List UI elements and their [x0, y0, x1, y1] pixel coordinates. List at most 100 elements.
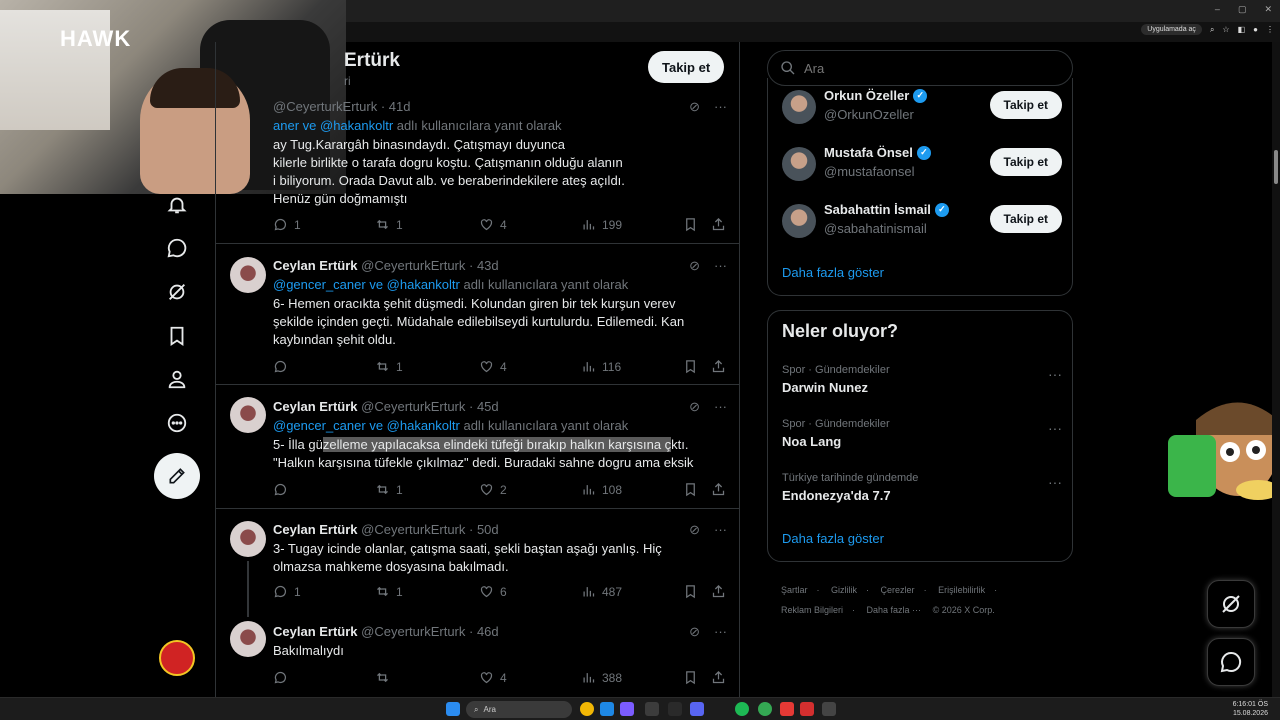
- views-button[interactable]: 388: [581, 670, 622, 685]
- extensions-icon[interactable]: ◧: [1238, 25, 1246, 34]
- scrollbar-thumb[interactable]: [1274, 150, 1278, 184]
- views-button[interactable]: 487: [581, 584, 622, 599]
- tweet[interactable]: Ceylan Ertürk @CeyerturkErturk · 46d ⊘ ·…: [216, 613, 739, 697]
- more-options-icon[interactable]: ···: [714, 399, 727, 415]
- views-button[interactable]: 199: [581, 217, 622, 232]
- reply-button[interactable]: [273, 359, 294, 374]
- footer-link-terms[interactable]: Şartlar: [781, 585, 808, 595]
- footer-link-accessibility[interactable]: Erişilebilirlik: [938, 585, 985, 595]
- follow-button[interactable]: Takip et: [989, 205, 1062, 233]
- like-button[interactable]: 6: [479, 584, 507, 599]
- tweet-age[interactable]: 50d: [477, 522, 499, 537]
- trend-item[interactable]: Spor · Gündemdekiler Darwin Nunez ···: [782, 364, 1062, 400]
- explorer-icon[interactable]: [600, 702, 614, 716]
- nav-messages[interactable]: [160, 231, 194, 265]
- app-icon[interactable]: [800, 702, 814, 716]
- trend-item[interactable]: Spor · Gündemdekiler Noa Lang ···: [782, 418, 1062, 454]
- mention-link[interactable]: @hakankoltr: [387, 277, 460, 292]
- zoom-icon[interactable]: ⌕: [1210, 25, 1214, 35]
- like-button[interactable]: 4: [479, 359, 507, 374]
- who-to-follow-item[interactable]: Mustafa Önsel ✓ @mustafaonsel Takip et: [782, 145, 1062, 185]
- account-avatar[interactable]: [159, 640, 195, 676]
- show-more-link[interactable]: Daha fazla göster: [782, 265, 884, 280]
- more-options-icon[interactable]: ···: [1048, 474, 1062, 490]
- bookmark-button[interactable]: [683, 584, 698, 599]
- footer-link-more[interactable]: Daha fazla ···: [867, 605, 922, 615]
- tweet-handle[interactable]: @CeyerturkErturk: [361, 258, 465, 273]
- user-name[interactable]: Orkun Özeller ✓: [824, 88, 928, 103]
- user-avatar[interactable]: [782, 204, 816, 238]
- more-options-icon[interactable]: ···: [714, 624, 727, 640]
- browser-address-bar[interactable]: [346, 22, 1280, 42]
- tweet-avatar[interactable]: [230, 621, 266, 657]
- bookmark-button[interactable]: [683, 359, 698, 374]
- tweet[interactable]: Ceylan Ertürk @CeyerturkErturk · 50d ⊘ ·…: [216, 509, 739, 617]
- more-options-icon[interactable]: ···: [714, 258, 727, 274]
- messages-float-button[interactable]: [1207, 638, 1255, 686]
- like-button[interactable]: 2: [479, 482, 507, 497]
- discord-icon[interactable]: [690, 702, 704, 716]
- bookmark-button[interactable]: [683, 482, 698, 497]
- mention-link[interactable]: @gencer_caner: [273, 418, 366, 433]
- who-to-follow-item[interactable]: Sabahattin İsmail ✓ @sabahatinismail Taki…: [782, 202, 1062, 242]
- share-button[interactable]: [711, 217, 726, 232]
- tweet-handle[interactable]: @CeyerturkErturk: [361, 522, 465, 537]
- maximize-button[interactable]: ▢: [1238, 4, 1247, 15]
- reply-button[interactable]: [273, 670, 294, 685]
- footer-link-cookies[interactable]: Çerezler: [881, 585, 915, 595]
- reply-button[interactable]: 1: [273, 584, 301, 599]
- user-name[interactable]: Sabahattin İsmail ✓: [824, 202, 949, 217]
- grok-icon[interactable]: ⊘: [689, 522, 700, 538]
- user-handle[interactable]: @sabahatinismail: [824, 221, 927, 236]
- close-button[interactable]: ✕: [1264, 4, 1272, 15]
- share-button[interactable]: [711, 584, 726, 599]
- more-options-icon[interactable]: ···: [714, 522, 727, 538]
- views-button[interactable]: 108: [581, 482, 622, 497]
- tweet-author-name[interactable]: Ceylan Ertürk: [273, 399, 358, 414]
- repost-button[interactable]: 1: [375, 359, 403, 374]
- nav-notifications[interactable]: [160, 188, 194, 222]
- reply-button[interactable]: 1: [273, 217, 301, 232]
- more-options-icon[interactable]: ···: [714, 99, 727, 115]
- show-more-link[interactable]: Daha fazla göster: [782, 531, 884, 546]
- footer-link-ads-info[interactable]: Reklam Bilgileri: [781, 605, 843, 615]
- tweet-avatar[interactable]: [230, 257, 266, 293]
- scrollbar-track[interactable]: [1272, 42, 1280, 697]
- follow-button[interactable]: Takip et: [648, 51, 725, 83]
- user-name[interactable]: Mustafa Önsel ✓: [824, 145, 931, 160]
- share-button[interactable]: [711, 359, 726, 374]
- trend-item[interactable]: Türkiye tarihinde gündemde Endonezya'da …: [782, 472, 1062, 508]
- who-to-follow-item[interactable]: Orkun Özeller ✓ @OrkunOzeller Takip et: [782, 88, 1062, 128]
- mention-link[interactable]: @hakankoltr: [320, 118, 393, 133]
- mention-link[interactable]: aner: [273, 118, 299, 133]
- grok-icon[interactable]: ⊘: [689, 399, 700, 415]
- taskbar-clock[interactable]: 6:16:01 ÖS 15.08.2026: [1233, 700, 1268, 718]
- tweet-handle[interactable]: @CeyerturkErturk: [361, 624, 465, 639]
- profile-icon[interactable]: ●: [1253, 25, 1258, 34]
- tweet[interactable]: Ceylan Ertürk @CeyerturkErturk · 45d ⊘ ·…: [216, 385, 739, 509]
- bookmark-star-icon[interactable]: ☆: [1222, 25, 1229, 34]
- user-avatar[interactable]: [782, 147, 816, 181]
- repost-button[interactable]: 1: [375, 584, 403, 599]
- like-button[interactable]: 4: [479, 217, 507, 232]
- grok-icon[interactable]: ⊘: [689, 258, 700, 274]
- bookmark-button[interactable]: [683, 670, 698, 685]
- nav-grok[interactable]: [160, 275, 194, 309]
- tweet-age[interactable]: 46d: [477, 624, 499, 639]
- share-button[interactable]: [711, 482, 726, 497]
- bookmark-button[interactable]: [683, 217, 698, 232]
- like-button[interactable]: 4: [479, 670, 507, 685]
- taskbar-search[interactable]: ⌕ Ara: [466, 701, 572, 718]
- tweet-age[interactable]: 41d: [389, 99, 411, 114]
- tweet-author-name[interactable]: Ceylan Ertürk: [273, 522, 358, 537]
- user-handle[interactable]: @mustafaonsel: [824, 164, 915, 179]
- mention-link[interactable]: @gencer_caner: [273, 277, 366, 292]
- chrome-icon[interactable]: [758, 702, 772, 716]
- more-options-icon[interactable]: ···: [1048, 420, 1062, 436]
- tweet-age[interactable]: 43d: [477, 258, 499, 273]
- app-icon[interactable]: [645, 702, 659, 716]
- grok-float-button[interactable]: [1207, 580, 1255, 628]
- nav-more[interactable]: [160, 406, 194, 440]
- grok-icon[interactable]: ⊘: [689, 99, 700, 115]
- repost-button[interactable]: 1: [375, 482, 403, 497]
